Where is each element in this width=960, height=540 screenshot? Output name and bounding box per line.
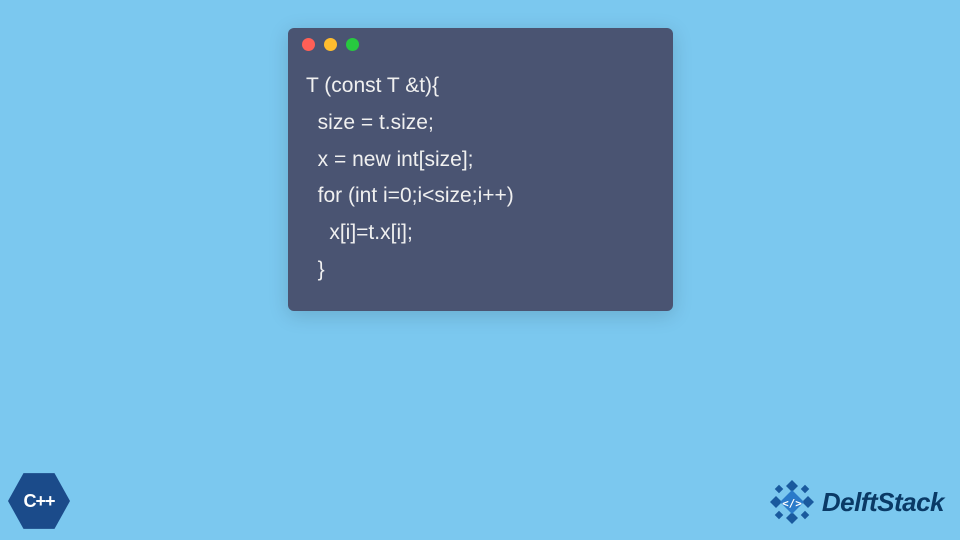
- brand-name: DelftStack: [822, 487, 944, 518]
- maximize-icon[interactable]: [346, 38, 359, 51]
- window-titlebar: [288, 28, 673, 60]
- code-block: T (const T &t){ size = t.size; x = new i…: [288, 60, 673, 311]
- code-line: for (int i=0;i<size;i++): [306, 184, 514, 207]
- brand-watermark: </> DelftStack: [768, 478, 944, 526]
- code-line: T (const T &t){: [306, 74, 439, 97]
- code-line: }: [306, 258, 325, 281]
- hexagon-icon: C++: [8, 470, 70, 532]
- minimize-icon[interactable]: [324, 38, 337, 51]
- code-window: T (const T &t){ size = t.size; x = new i…: [288, 28, 673, 311]
- close-icon[interactable]: [302, 38, 315, 51]
- code-line: x[i]=t.x[i];: [306, 221, 413, 244]
- cpp-language-badge: C++: [8, 470, 70, 532]
- code-line: x = new int[size];: [306, 148, 474, 171]
- badge-label: C++: [23, 491, 54, 512]
- code-line: size = t.size;: [306, 111, 434, 134]
- svg-text:</>: </>: [782, 497, 802, 510]
- brand-logo-icon: </>: [768, 478, 816, 526]
